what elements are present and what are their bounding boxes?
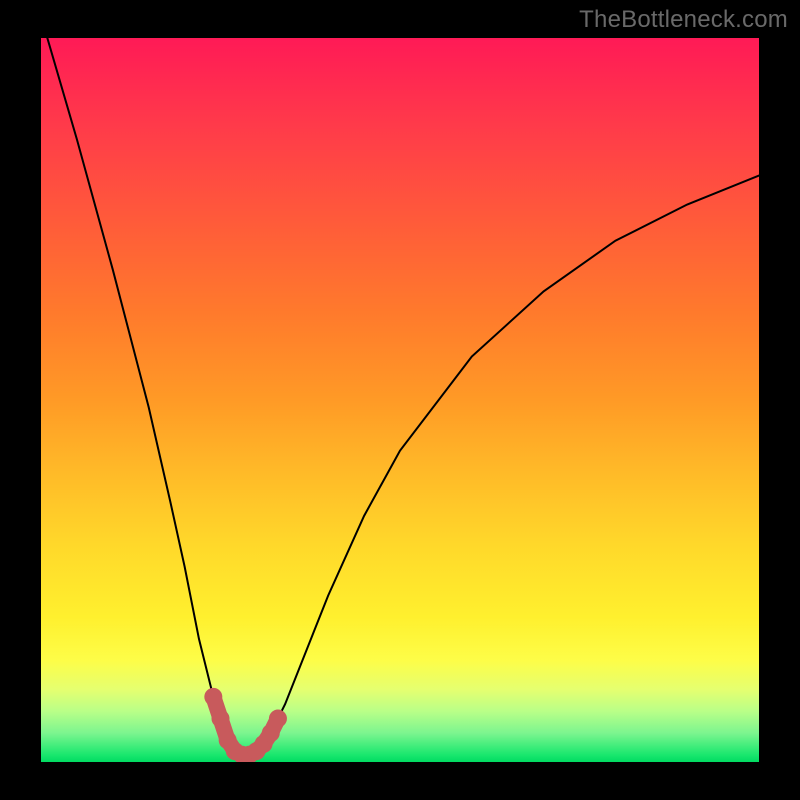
curve-line xyxy=(41,38,759,755)
valley-dot xyxy=(269,710,287,728)
valley-dot xyxy=(204,688,222,706)
watermark-text: TheBottleneck.com xyxy=(579,6,788,34)
valley-dots xyxy=(204,688,287,762)
plot-area xyxy=(41,38,759,762)
chart-svg xyxy=(41,38,759,762)
main-curve-path xyxy=(41,38,759,755)
valley-dot xyxy=(212,710,230,728)
chart-frame: TheBottleneck.com xyxy=(0,0,800,800)
